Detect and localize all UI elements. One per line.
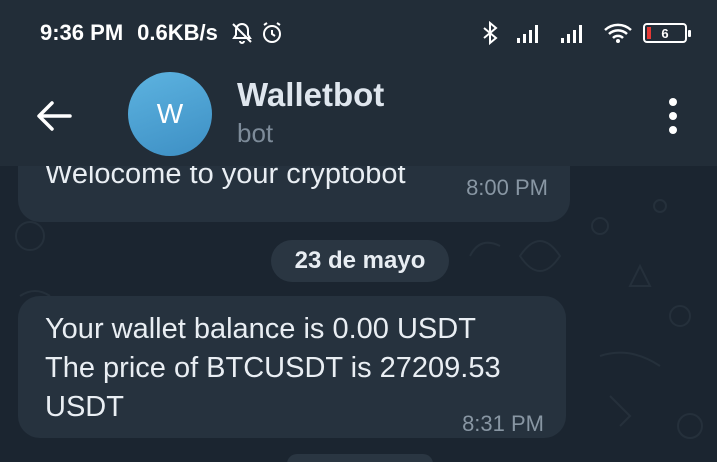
chat-header: W Walletbot bot: [0, 66, 717, 166]
message-text-line: The price of BTCUSDT is 27209.53: [45, 352, 501, 384]
signal-icon: [559, 22, 587, 44]
avatar[interactable]: W: [128, 72, 212, 156]
chat-subtitle: bot: [237, 118, 274, 148]
status-bar: 9:36 PM 0.6KB/s 6: [0, 0, 717, 66]
message-text: Welocome to your cryptobot: [45, 166, 406, 190]
avatar-letter: W: [156, 98, 184, 129]
message-text-line: Your wallet balance is 0.00 USDT: [45, 313, 476, 345]
battery-level: 6: [661, 25, 669, 41]
battery-icon: 6: [643, 23, 691, 43]
date-separator: 23 de mayo: [271, 240, 449, 282]
chat-title[interactable]: Walletbot: [237, 76, 384, 114]
chat-area[interactable]: Welocome to your cryptobot 8:00 PM 23 de…: [0, 166, 717, 462]
network-speed: 0.6KB/s: [137, 20, 218, 45]
message-text-line: USDT: [45, 391, 124, 423]
notifications-muted-icon: [230, 21, 254, 45]
arrow-left-icon: [37, 101, 72, 131]
message-bubble[interactable]: Your wallet balance is 0.00 USDT The pri…: [18, 296, 566, 438]
message-time: 8:00 PM: [466, 175, 548, 200]
back-button[interactable]: [28, 90, 80, 142]
message-bubble[interactable]: Welocome to your cryptobot 8:00 PM: [18, 166, 570, 222]
signal-icon: [515, 22, 543, 44]
more-vertical-icon[interactable]: [658, 90, 688, 142]
alarm-icon: [260, 21, 284, 45]
date-separator-partial: [287, 454, 433, 462]
status-time: 9:36 PM: [40, 20, 124, 45]
bluetooth-icon: [481, 21, 499, 45]
message-time: 8:31 PM: [462, 411, 544, 436]
wifi-icon: [603, 22, 633, 44]
